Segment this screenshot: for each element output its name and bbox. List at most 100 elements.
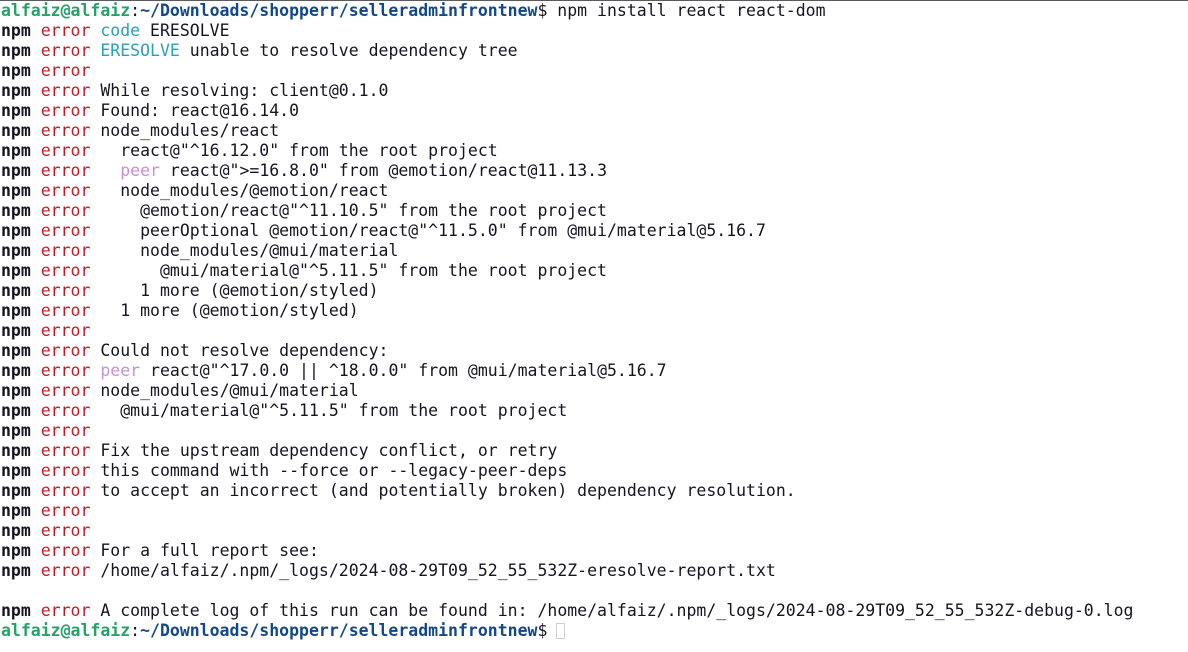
npm-label: npm [1,301,31,320]
error-code-keyword: code [100,21,141,40]
error-code-keyword: ERESOLVE [100,41,180,60]
npm-label: npm [1,501,31,520]
error-label: error [40,201,91,220]
npm-error-line: npm error 1 more (@emotion/styled) [1,301,1188,321]
npm-label: npm [1,421,31,440]
npm-error-line: npm error to accept an incorrect (and po… [1,481,1188,501]
error-label: error [40,441,91,460]
npm-label: npm [1,21,31,40]
npm-error-line: npm error this command with --force or -… [1,461,1188,481]
error-message: 1 more (@emotion/styled) [100,281,379,300]
prompt-user-host: alfaiz@alfaiz [1,621,131,640]
error-label: error [40,141,91,160]
npm-label: npm [1,221,31,240]
error-message: ERESOLVE [140,21,230,40]
error-label: error [40,21,91,40]
npm-error-line: npm error A complete log of this run can… [1,601,1188,621]
prompt-path: ~/Downloads/shopperr/selleradminfrontnew [140,621,538,640]
error-message: node_modules/@emotion/react [100,181,389,200]
prompt-dollar: $ [537,621,548,640]
npm-error-line: npm error peerOptional @emotion/react@"^… [1,221,1188,241]
error-label: error [40,561,91,580]
prompt-path: ~/Downloads/shopperr/selleradminfrontnew [140,1,538,20]
error-message: unable to resolve dependency tree [179,41,518,60]
error-label: error [40,81,91,100]
npm-label: npm [1,521,31,540]
error-message: peerOptional @emotion/react@"^11.5.0" fr… [100,221,766,240]
npm-label: npm [1,361,31,380]
error-label: error [40,541,91,560]
npm-label: npm [1,41,31,60]
peer-keyword: peer [100,361,141,380]
npm-error-line: npm error Could not resolve dependency: [1,341,1188,361]
error-message: node_modules/@mui/material [100,381,359,400]
terminal-output: alfaiz@alfaiz:~/Downloads/shopperr/selle… [1,1,1188,641]
error-message: A complete log of this run can be found … [100,601,1134,620]
error-message: to accept an incorrect (and potentially … [100,481,796,500]
current-prompt-line[interactable]: alfaiz@alfaiz:~/Downloads/shopperr/selle… [1,621,1188,641]
error-message: @mui/material@"^5.11.5" from the root pr… [100,261,607,280]
error-message: react@">=16.8.0" from @emotion/react@11.… [159,161,608,180]
error-message: node_modules/@mui/material [100,241,399,260]
npm-error-line: npm error peer react@">=16.8.0" from @em… [1,161,1188,181]
error-label: error [40,321,91,340]
npm-label: npm [1,481,31,500]
error-label: error [40,401,91,420]
error-message: react@"^16.12.0" from the root project [100,141,498,160]
npm-error-output: npm error code ERESOLVE npm error ERESOLV… [1,21,1188,621]
error-label: error [40,41,91,60]
error-message: Found: react@16.14.0 [100,101,300,120]
npm-label: npm [1,601,31,620]
npm-error-line: npm error Found: react@16.14.0 [1,101,1188,121]
command-text: npm install react react-dom [547,1,826,20]
npm-error-line: npm error @emotion/react@"^11.10.5" from… [1,201,1188,221]
error-message: /home/alfaiz/.npm/_logs/2024-08-29T09_52… [100,561,776,580]
npm-label: npm [1,241,31,260]
error-label: error [40,101,91,120]
npm-error-line: npm error ERESOLVE unable to resolve dep… [1,41,1188,61]
error-message: Fix the upstream dependency conflict, or… [100,441,558,460]
npm-label: npm [1,261,31,280]
npm-error-line: npm error node_modules/react [1,121,1188,141]
npm-label: npm [1,541,31,560]
npm-label: npm [1,441,31,460]
prompt-dollar: $ [537,1,548,20]
error-label: error [40,481,91,500]
error-label: error [40,221,91,240]
error-label: error [40,341,91,360]
error-label: error [40,421,91,440]
terminal-window[interactable]: alfaiz@alfaiz:~/Downloads/shopperr/selle… [0,0,1188,652]
npm-label: npm [1,381,31,400]
npm-label: npm [1,121,31,140]
npm-label: npm [1,281,31,300]
error-message: @emotion/react@"^11.10.5" from the root … [100,201,607,220]
npm-error-line: npm error react@"^16.12.0" from the root… [1,141,1188,161]
error-message: node_modules/react [100,121,280,140]
error-message: 1 more (@emotion/styled) [100,301,359,320]
npm-error-line: npm error [1,521,1188,541]
npm-error-line: npm error [1,61,1188,81]
error-label: error [40,261,91,280]
npm-error-line: npm error Fix the upstream dependency co… [1,441,1188,461]
npm-label: npm [1,161,31,180]
text-cursor [556,623,566,639]
npm-label: npm [1,561,31,580]
npm-label: npm [1,321,31,340]
npm-label: npm [1,101,31,120]
npm-label: npm [1,461,31,480]
npm-label: npm [1,61,31,80]
error-label: error [40,601,91,620]
error-message: react@"^17.0.0 || ^18.0.0" from @mui/mat… [140,361,667,380]
error-message: this command with --force or --legacy-pe… [100,461,568,480]
error-label: error [40,161,91,180]
npm-error-line: npm error While resolving: client@0.1.0 [1,81,1188,101]
npm-label: npm [1,201,31,220]
error-label: error [40,241,91,260]
error-label: error [40,181,91,200]
error-label: error [40,361,91,380]
error-label: error [40,281,91,300]
npm-label: npm [1,81,31,100]
prompt-colon: : [130,621,141,640]
